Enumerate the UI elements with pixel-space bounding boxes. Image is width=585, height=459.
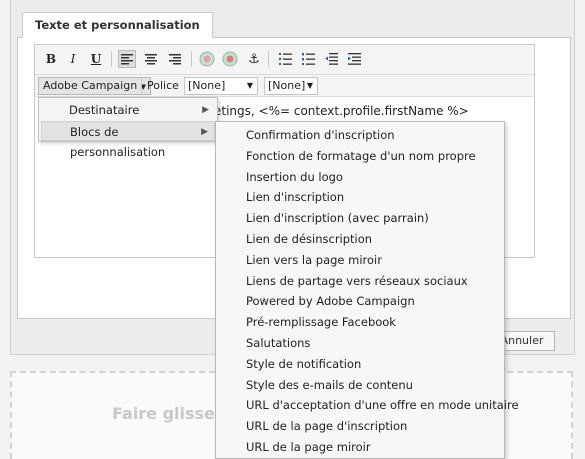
submenu-item[interactable]: Lien vers la page miroir (216, 250, 504, 271)
tab-text-personalization[interactable]: Texte et personnalisation (22, 12, 213, 38)
submenu-item[interactable]: URL d'acceptation d'une offre en mode un… (216, 395, 519, 416)
style-toolbar: Adobe Campaign ▼ Police [None] ▼ [None] … (35, 75, 534, 97)
size-select[interactable]: [None] ▼ (264, 77, 318, 95)
align-right-button[interactable] (166, 50, 184, 68)
toolbar-separator (268, 51, 269, 67)
submenu-item[interactable]: Style des e-mails de contenu (216, 375, 504, 396)
outdent-button[interactable] (322, 50, 340, 68)
menu-item-personalization-blocks[interactable]: Blocs de personnalisation ▶ (41, 121, 215, 159)
personalization-blocks-submenu: Confirmation d'inscription Fonction de f… (215, 121, 519, 459)
toolbar-separator (141, 78, 142, 94)
align-right-icon (169, 53, 181, 64)
insert-image-button[interactable] (198, 50, 216, 68)
editor-content-text[interactable]: etings, <%= context.profile.firstName %> (214, 104, 469, 118)
bullet-list-icon (278, 53, 292, 65)
bold-button[interactable]: B (42, 50, 60, 68)
adobe-campaign-menu-button[interactable]: Adobe Campaign ▼ (38, 77, 152, 95)
numbered-list-icon (301, 53, 315, 65)
anchor-icon: ⚓ (248, 51, 260, 67)
submenu-item[interactable]: Insertion du logo (216, 167, 504, 188)
indent-button[interactable] (345, 50, 363, 68)
insert-dynamic-image-button[interactable] (221, 50, 239, 68)
toolbar-separator (111, 51, 112, 67)
submenu-item[interactable]: Pré-remplissage Facebook (216, 312, 504, 333)
anchor-button[interactable]: ⚓ (245, 50, 263, 68)
align-left-icon (121, 53, 133, 64)
outdent-icon (324, 53, 338, 65)
font-label: Police (147, 79, 179, 92)
chevron-right-icon: ▶ (202, 105, 209, 115)
toolbar-separator (191, 51, 192, 67)
align-left-button[interactable] (118, 50, 136, 68)
formatting-toolbar: B I U ⚓ (35, 45, 534, 75)
image-icon (199, 51, 215, 67)
align-center-button[interactable] (142, 50, 160, 68)
submenu-item[interactable]: Lien d'inscription (216, 187, 504, 208)
dynamic-image-icon (222, 51, 238, 67)
underline-button[interactable]: U (87, 50, 105, 68)
drop-zone-text: Faire glisser (112, 404, 223, 423)
font-select-value: [None] (188, 79, 226, 92)
font-select[interactable]: [None] ▼ (184, 77, 258, 95)
submenu-item[interactable]: Lien de désinscription (216, 229, 504, 250)
chevron-down-icon: ▼ (246, 81, 253, 90)
submenu-item[interactable]: URL de la page d'inscription (216, 416, 504, 437)
menu-item-label: Destinataire (69, 103, 140, 117)
submenu-item[interactable]: Powered by Adobe Campaign (216, 291, 504, 312)
indent-icon (347, 53, 361, 65)
campaign-menu: Destinataire ▶ Blocs de personnalisation… (38, 97, 218, 159)
bullet-list-button[interactable] (276, 50, 294, 68)
submenu-item[interactable]: Style de notification (216, 354, 504, 375)
italic-button[interactable]: I (64, 50, 82, 68)
menu-item-label: Blocs de personnalisation (70, 125, 166, 159)
size-select-value: [None] (268, 79, 306, 92)
numbered-list-button[interactable] (299, 50, 317, 68)
chevron-down-icon: ▼ (306, 81, 313, 90)
align-center-icon (145, 53, 157, 64)
adobe-campaign-label: Adobe Campaign (43, 79, 138, 92)
submenu-item[interactable]: Fonction de formatage d'un nom propre (216, 146, 504, 167)
submenu-item[interactable]: Confirmation d'inscription (216, 125, 504, 146)
submenu-item[interactable]: Lien d'inscription (avec parrain) (216, 208, 504, 229)
chevron-right-icon: ▶ (201, 127, 208, 137)
submenu-item[interactable]: URL de la page miroir (216, 437, 504, 458)
menu-item-recipient[interactable]: Destinataire ▶ (41, 100, 215, 120)
submenu-item[interactable]: Liens de partage vers réseaux sociaux (216, 271, 504, 292)
submenu-item[interactable]: Salutations (216, 333, 504, 354)
